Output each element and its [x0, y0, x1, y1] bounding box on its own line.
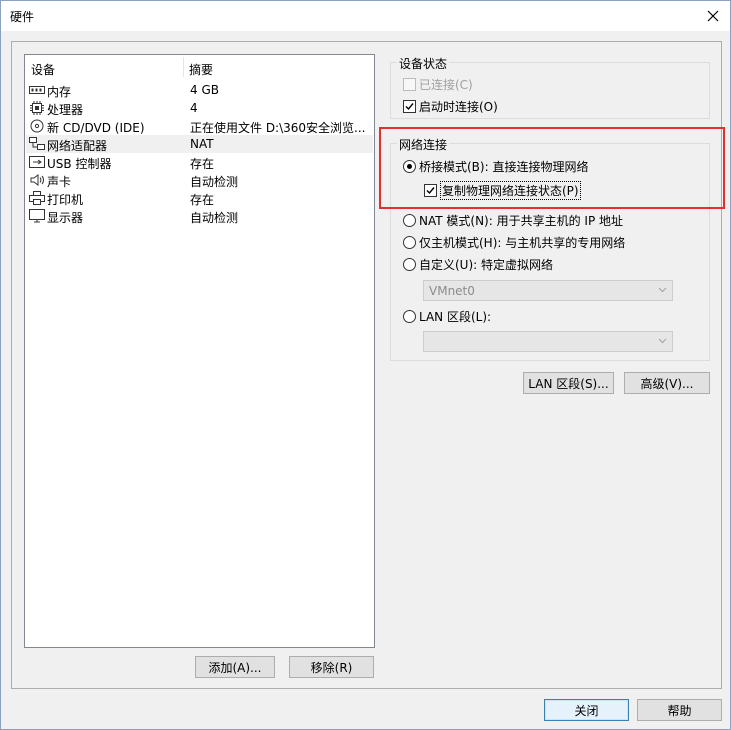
- device-name: 网络适配器: [47, 139, 108, 153]
- memory-icon: [29, 86, 45, 94]
- column-header-device[interactable]: 设备: [31, 61, 55, 78]
- usb-icon: [29, 156, 45, 168]
- checkbox-box: [403, 100, 416, 113]
- network-adapter-icon: [29, 137, 45, 150]
- device-summary: 4 GB: [190, 83, 219, 97]
- speaker-icon: [30, 174, 44, 186]
- device-row-processor[interactable]: 处理器 4: [26, 99, 373, 117]
- radio-circle: [403, 258, 416, 271]
- radio-circle: [403, 236, 416, 249]
- device-list-header: 设备 摘要: [25, 55, 374, 79]
- device-summary: 存在: [190, 157, 215, 171]
- device-row-network-adapter[interactable]: 网络适配器 NAT: [26, 135, 373, 153]
- processor-icon: [30, 101, 44, 115]
- highlight-annotation: [379, 127, 725, 209]
- cd-dvd-icon: [30, 119, 44, 133]
- custom-network-select[interactable]: VMnet0: [423, 280, 673, 301]
- column-divider[interactable]: [183, 57, 184, 77]
- add-device-button[interactable]: 添加(A)...: [195, 656, 275, 678]
- close-button[interactable]: 关闭: [544, 699, 629, 721]
- connect-at-power-on-checkbox[interactable]: 启动时连接(O): [403, 98, 498, 115]
- hardware-dialog: 硬件 设备 摘要 内存 4 GB 处理器 4 新 CD/DVD (IDE) 正在…: [0, 0, 731, 730]
- device-row-cd-dvd[interactable]: 新 CD/DVD (IDE) 正在使用文件 D:\360安全浏览...: [26, 117, 373, 135]
- device-row-sound-card[interactable]: 声卡 自动检测: [26, 171, 373, 189]
- device-name: 显示器: [47, 211, 84, 225]
- device-name: 处理器: [47, 103, 84, 117]
- printer-icon: [29, 191, 45, 205]
- monitor-icon: [29, 209, 45, 223]
- custom-radio[interactable]: 自定义(U): 特定虚拟网络: [403, 256, 553, 273]
- device-row-usb[interactable]: USB 控制器 存在: [26, 153, 373, 171]
- lan-segment-radio[interactable]: LAN 区段(L):: [403, 308, 491, 325]
- device-list[interactable]: 设备 摘要 内存 4 GB 处理器 4 新 CD/DVD (IDE) 正在使用文…: [24, 54, 375, 648]
- checkmark-icon: [405, 103, 414, 111]
- close-icon: [707, 10, 719, 22]
- chevron-down-icon: [658, 287, 667, 293]
- device-name: 打印机: [47, 193, 84, 207]
- custom-network-value: VMnet0: [429, 284, 475, 298]
- nat-label: NAT 模式(N): 用于共享主机的 IP 地址: [419, 214, 624, 228]
- title-bar: 硬件: [1, 1, 730, 31]
- host-only-label: 仅主机模式(H): 与主机共享的专用网络: [419, 236, 626, 250]
- device-status-title: 设备状态: [397, 55, 450, 72]
- checkbox-box: [403, 78, 416, 91]
- radio-circle: [403, 310, 416, 323]
- window-title: 硬件: [10, 10, 35, 24]
- host-only-radio[interactable]: 仅主机模式(H): 与主机共享的专用网络: [403, 234, 625, 251]
- help-button[interactable]: 帮助: [637, 699, 722, 721]
- device-summary: 正在使用文件 D:\360安全浏览...: [190, 121, 366, 135]
- close-window-button[interactable]: [696, 1, 730, 31]
- advanced-button[interactable]: 高级(V)...: [624, 372, 710, 394]
- device-row-memory[interactable]: 内存 4 GB: [26, 81, 373, 99]
- connected-label: 已连接(C): [419, 78, 473, 92]
- device-summary: 存在: [190, 193, 215, 207]
- device-name: 声卡: [47, 175, 72, 189]
- device-summary: NAT: [190, 137, 214, 151]
- device-summary: 自动检测: [190, 211, 239, 225]
- connected-checkbox[interactable]: 已连接(C): [403, 76, 473, 93]
- device-name: USB 控制器: [47, 157, 112, 171]
- remove-device-button[interactable]: 移除(R): [289, 656, 374, 678]
- device-status-group: 设备状态 已连接(C) 启动时连接(O): [390, 55, 710, 119]
- chevron-down-icon: [658, 338, 667, 344]
- device-row-printer[interactable]: 打印机 存在: [26, 189, 373, 207]
- custom-label: 自定义(U): 特定虚拟网络: [419, 258, 554, 272]
- device-summary: 自动检测: [190, 175, 239, 189]
- radio-circle: [403, 214, 416, 227]
- device-name: 新 CD/DVD (IDE): [47, 121, 145, 135]
- connect-at-power-on-label: 启动时连接(O): [419, 100, 498, 114]
- lan-segment-select[interactable]: [423, 331, 673, 352]
- device-summary: 4: [190, 101, 198, 115]
- lan-segment-label: LAN 区段(L):: [419, 310, 492, 324]
- device-name: 内存: [47, 85, 72, 99]
- device-row-display[interactable]: 显示器 自动检测: [26, 207, 373, 225]
- lan-segments-button[interactable]: LAN 区段(S)...: [523, 372, 614, 394]
- column-header-summary[interactable]: 摘要: [189, 61, 213, 78]
- nat-radio[interactable]: NAT 模式(N): 用于共享主机的 IP 地址: [403, 212, 623, 229]
